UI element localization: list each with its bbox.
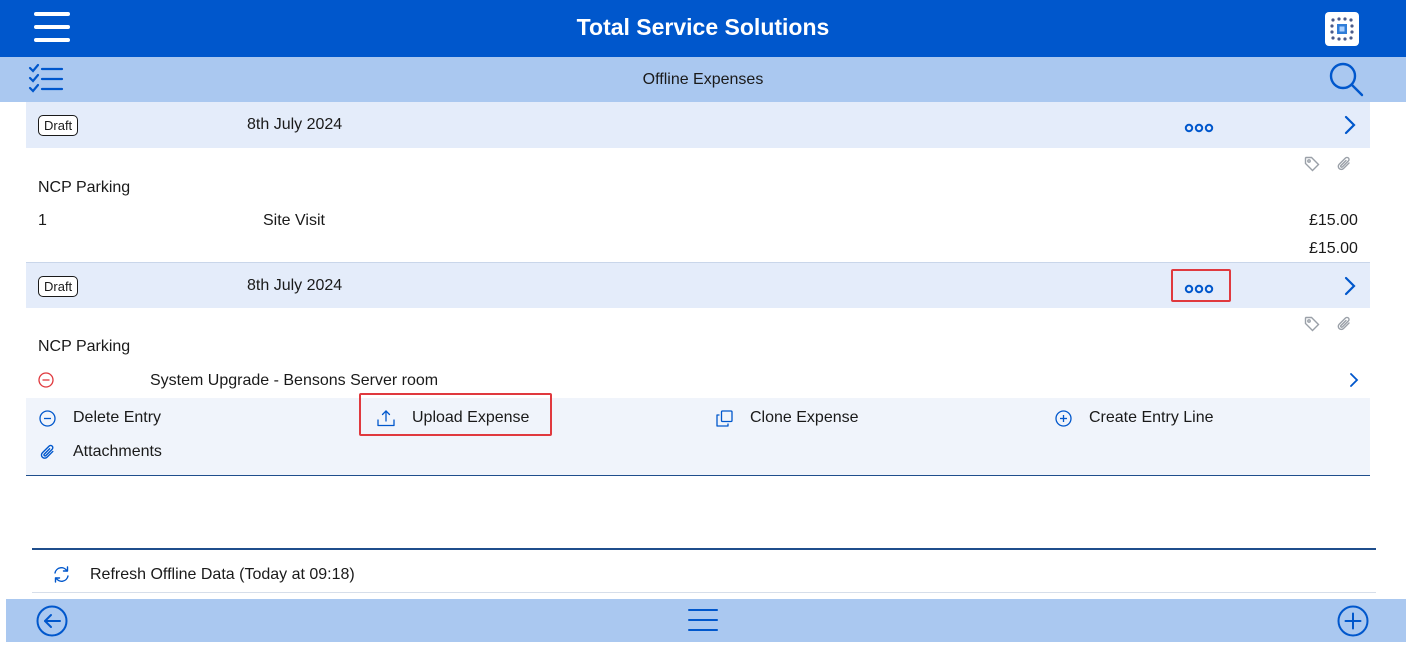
add-icon[interactable]	[1337, 605, 1369, 642]
paperclip-icon	[1338, 156, 1351, 171]
entry-actions-panel: Delete Entry Upload Expense Clone Expens…	[26, 393, 1370, 476]
delete-entry-label: Delete Entry	[73, 409, 162, 426]
more-icon[interactable]	[1184, 120, 1214, 133]
app-title: Total Service Solutions	[576, 14, 830, 40]
refresh-icon	[54, 566, 69, 583]
attachments-button[interactable]: Attachments	[39, 443, 162, 461]
tag-icon	[1304, 316, 1320, 332]
attachments-label: Attachments	[73, 443, 162, 460]
line-text: Site Visit	[263, 212, 325, 229]
chevron-right-icon[interactable]	[1349, 372, 1359, 393]
upload-highlight	[359, 393, 552, 436]
divider	[32, 548, 1376, 550]
entry-date: 8th July 2024	[247, 116, 343, 133]
entry-date: 8th July 2024	[247, 277, 343, 294]
line-amount: £15.00	[1309, 212, 1358, 229]
create-entry-line-label: Create Entry Line	[1089, 409, 1214, 426]
menu-icon[interactable]	[688, 608, 718, 637]
back-arrow-icon[interactable]	[36, 605, 68, 642]
line-text: System Upgrade - Bensons Server room	[150, 372, 439, 389]
chevron-right-icon[interactable]	[1344, 115, 1356, 140]
entry-indicators	[1304, 156, 1364, 177]
paperclip-icon	[40, 444, 54, 459]
copy-icon	[716, 409, 733, 427]
entry-description: NCP Parking	[38, 179, 131, 196]
refresh-offline-data-button[interactable]: Refresh Offline Data (Today at 09:18)	[52, 565, 355, 584]
remove-line-icon[interactable]	[38, 372, 54, 393]
clone-expense-label: Clone Expense	[750, 409, 859, 426]
entry-total: £15.00	[1309, 240, 1358, 257]
delete-entry-button[interactable]: Delete Entry	[39, 409, 161, 427]
status-badge: Draft	[38, 276, 79, 297]
tag-icon	[1304, 156, 1320, 172]
logo-icon	[1325, 12, 1359, 46]
page-title: Offline Expenses	[642, 71, 764, 88]
chevron-right-icon[interactable]	[1344, 276, 1356, 301]
create-entry-line-button[interactable]: Create Entry Line	[1055, 409, 1214, 427]
sub-header: Offline Expenses	[0, 57, 1406, 102]
entry-description: NCP Parking	[38, 338, 131, 355]
paperclip-icon	[1338, 316, 1351, 331]
entry-indicators	[1304, 316, 1364, 337]
status-badge: Draft	[38, 115, 79, 136]
plus-circle-icon	[1055, 409, 1072, 427]
refresh-label: Refresh Offline Data (Today at 09:18)	[90, 565, 355, 583]
expense-entry-header[interactable]: Draft 8th July 2024	[26, 102, 1370, 148]
clone-expense-button[interactable]: Clone Expense	[716, 409, 859, 427]
minus-circle-icon	[39, 409, 56, 427]
bottom-toolbar	[6, 599, 1406, 642]
expense-entry-header[interactable]: Draft 8th July 2024	[26, 262, 1370, 308]
divider	[32, 592, 1376, 593]
app-header: Total Service Solutions	[0, 0, 1406, 57]
search-icon[interactable]	[1328, 62, 1366, 103]
line-number: 1	[38, 212, 47, 229]
more-highlight	[1171, 269, 1231, 302]
